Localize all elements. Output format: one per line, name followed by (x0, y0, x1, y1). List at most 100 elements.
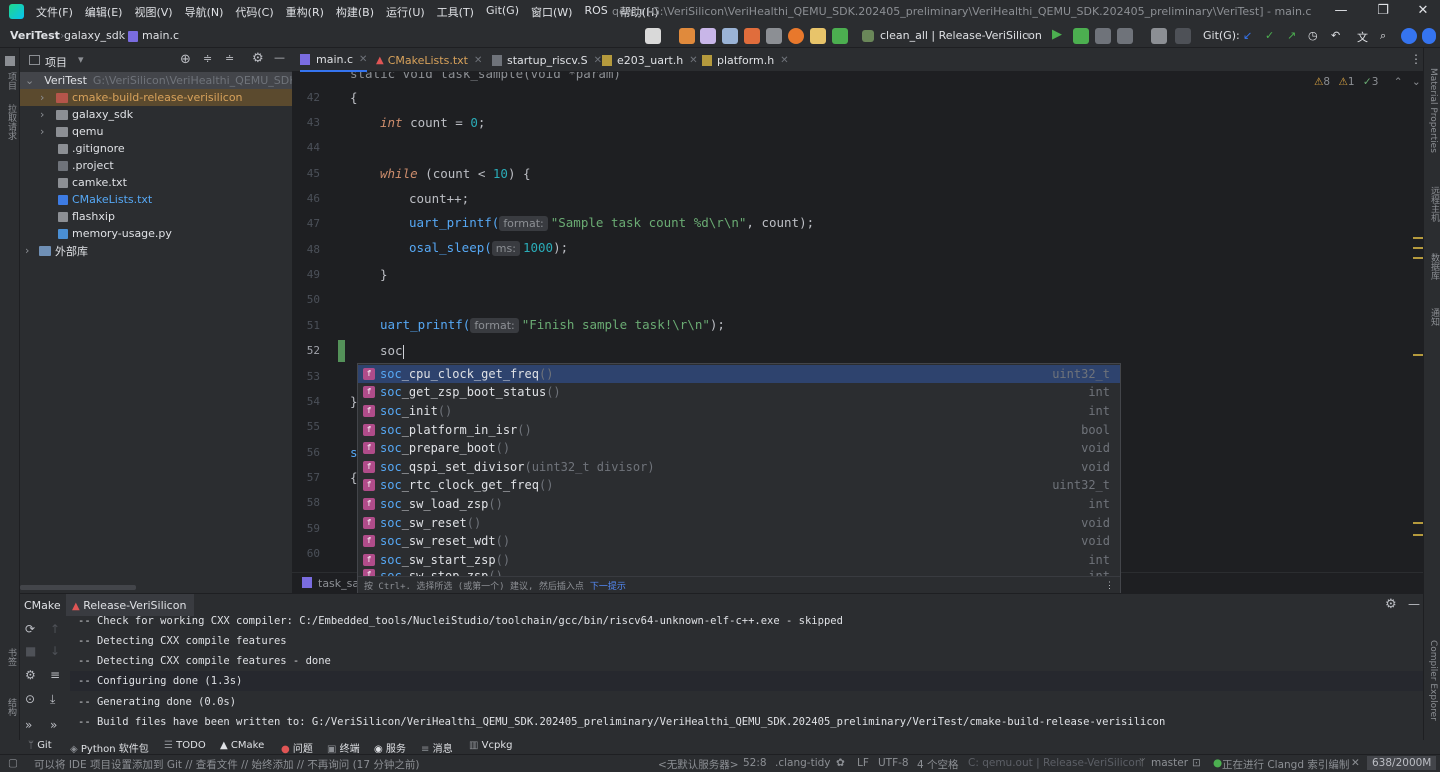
warning-marker[interactable] (1413, 257, 1423, 259)
tool-problems[interactable]: ● 问题 (281, 740, 313, 755)
close-icon[interactable]: ✕ (594, 55, 602, 66)
tree-item-external-libs[interactable]: › 外部库 (20, 242, 292, 259)
more-icon[interactable]: » (25, 718, 32, 732)
close-icon[interactable]: ✕ (689, 55, 697, 66)
completion-item[interactable]: f soc_qspi_set_divisor (uint32_t divisor) v… (358, 458, 1120, 477)
tab-cmake[interactable]: CMake (24, 599, 61, 612)
tree-root[interactable]: ⌄ VeriTest G:\VeriSilicon\VeriHealthi_QE… (20, 72, 307, 89)
tab-platform-h[interactable]: platform.h ✕ (702, 48, 789, 72)
pull-requests-tool-label[interactable]: 拉取请求 (5, 104, 18, 140)
menu-ros[interactable]: ROS (578, 4, 613, 20)
tree-item-galaxy-sdk[interactable]: › galaxy_sdk (20, 106, 292, 123)
stop-icon[interactable]: ■ (25, 644, 36, 658)
completion-item[interactable]: f soc_init() int (358, 402, 1120, 421)
attach-icon[interactable] (1151, 28, 1167, 44)
warning-marker[interactable] (1413, 522, 1423, 524)
warning-marker[interactable] (1413, 247, 1423, 249)
tool-git[interactable]: ᛘ Git (28, 740, 52, 751)
arrow-up-icon[interactable]: ↑ (50, 622, 60, 636)
horizontal-scrollbar[interactable] (20, 585, 136, 590)
tool-python-packages[interactable]: ◈ Python 软件包 (70, 740, 149, 755)
status-indexing[interactable]: 正在进行 Clangd 索引编制 (1222, 757, 1349, 772)
tree-item-gitignore[interactable]: .gitignore (20, 140, 292, 157)
tool-services[interactable]: ◉ 服务 (374, 740, 406, 755)
git-push-icon[interactable]: ↗ (1287, 29, 1296, 42)
restore-icon[interactable]: ❐ (1373, 3, 1393, 21)
completion-item[interactable]: f soc_sw_start_zsp() int (358, 551, 1120, 570)
tree-item-camke-txt[interactable]: camke.txt (20, 174, 292, 191)
tool-messages[interactable]: ≡ 消息 (421, 740, 453, 755)
compiler-explorer-tool[interactable]: Compiler Explorer (1428, 640, 1438, 721)
status-encoding[interactable]: UTF-8 (878, 757, 909, 769)
breadcrumb-project[interactable]: VeriTest (10, 29, 60, 42)
history-icon[interactable]: ◷ (1308, 29, 1318, 42)
settings-icon[interactable] (1422, 28, 1436, 44)
chevron-down-icon[interactable]: ▾ (1026, 29, 1032, 42)
inspection-widget[interactable]: ⚠8 ⚠1 ✓3 ⌃ ⌄ (1314, 76, 1421, 88)
arrow-down-icon[interactable]: ↓ (50, 644, 60, 658)
breadcrumb-folder[interactable]: galaxy_sdk (64, 29, 125, 42)
tool-cmake[interactable]: ▲ CMake (220, 740, 264, 751)
git-commit-icon[interactable]: ✓ (1265, 29, 1274, 42)
warning-marker[interactable] (1413, 534, 1423, 536)
tool-todo[interactable]: ☰ TODO (164, 740, 206, 751)
run-icon[interactable]: ▶ (1052, 27, 1062, 42)
tree-item-memory-usage[interactable]: memory-usage.py (20, 225, 292, 242)
completion-item[interactable]: f soc_prepare_boot() void (358, 439, 1120, 458)
warning-marker[interactable] (1413, 237, 1423, 239)
chevron-right-icon[interactable]: › (40, 125, 52, 138)
menu-tools[interactable]: 工具(T) (431, 4, 480, 20)
tab-e203-uart[interactable]: e203_uart.h ✕ (602, 48, 698, 72)
menu-run[interactable]: 运行(U) (380, 4, 431, 20)
database-tool[interactable]: 数据库 (1428, 253, 1440, 280)
status-context[interactable]: C: qemu.out | Release-VeriSilicon (968, 757, 1142, 769)
profiler-icon[interactable] (700, 28, 716, 44)
chevron-down-icon[interactable]: ⌄ (1412, 76, 1421, 88)
close-icon[interactable]: ✕ (1413, 3, 1433, 21)
link-icon[interactable] (766, 28, 782, 44)
completion-item[interactable]: f soc_rtc_clock_get_freq() uint32_t (358, 476, 1120, 495)
settings-icon[interactable]: ⚙ (25, 668, 36, 682)
more-tabs-icon[interactable]: ⋮ (1410, 52, 1422, 66)
soft-wrap-icon[interactable]: ≡ (50, 668, 60, 682)
more-options-icon[interactable]: ⋮ (1105, 581, 1114, 591)
tab-cmakelists[interactable]: ▲ CMakeLists.txt ✕ (376, 48, 482, 72)
image-icon[interactable] (722, 28, 738, 44)
tree-item-cmake-build[interactable]: › cmake-build-release-verisilicon (20, 89, 292, 106)
bookmarks-tool-label[interactable]: 书签 (5, 648, 18, 666)
layout-icon[interactable]: ▢ (8, 757, 18, 769)
menu-git[interactable]: Git(G) (480, 4, 525, 20)
collapse-all-icon[interactable]: ≐ (225, 52, 234, 65)
update-icon[interactable] (1401, 28, 1417, 44)
tool-vcpkg[interactable]: ▥ Vcpkg (469, 740, 512, 751)
menu-navigate[interactable]: 导航(N) (179, 4, 230, 20)
completion-item[interactable]: f soc_platform_in_isr() bool (358, 420, 1120, 439)
status-message[interactable]: 可以将 IDE 项目设置添加到 Git // 查看文件 // 始终添加 // 不… (34, 757, 419, 772)
menu-build[interactable]: 构建(B) (330, 4, 380, 20)
coverage-icon[interactable] (1095, 28, 1111, 44)
breadcrumb-file[interactable]: main.c (142, 29, 179, 42)
scroll-end-icon[interactable]: ⤓ (50, 692, 55, 707)
close-icon[interactable]: ✕ (780, 55, 788, 66)
hide-icon[interactable]: — (1408, 597, 1420, 611)
status-server[interactable]: <无默认服务器> (658, 757, 739, 772)
expand-all-icon[interactable]: ≑ (203, 52, 212, 65)
completion-item[interactable]: f soc_sw_reset() void (358, 513, 1120, 532)
notes-icon[interactable] (810, 28, 826, 44)
tab-main-c[interactable]: main.c ✕ (300, 48, 368, 72)
debug-icon[interactable] (1073, 28, 1089, 44)
tree-item-qemu[interactable]: › qemu (20, 123, 292, 140)
crosshair-icon[interactable]: ⊕ (180, 52, 191, 67)
reload-icon[interactable]: ⟳ (25, 622, 35, 636)
notifications-tool[interactable]: 通知 (1428, 308, 1440, 326)
translate-icon[interactable]: 文 (1357, 29, 1368, 45)
completion-item[interactable]: f soc_sw_load_zsp() int (358, 495, 1120, 514)
chevron-right-icon[interactable]: › (40, 91, 52, 104)
build-icon[interactable] (679, 28, 695, 44)
minimize-icon[interactable]: — (1331, 3, 1351, 21)
project-tool-icon[interactable] (5, 56, 15, 66)
find-icon[interactable]: ⊙ (25, 692, 35, 706)
status-memory[interactable]: 638/2000M (1367, 756, 1437, 770)
hammer-icon[interactable] (832, 28, 848, 44)
tree-item-project[interactable]: .project (20, 157, 292, 174)
